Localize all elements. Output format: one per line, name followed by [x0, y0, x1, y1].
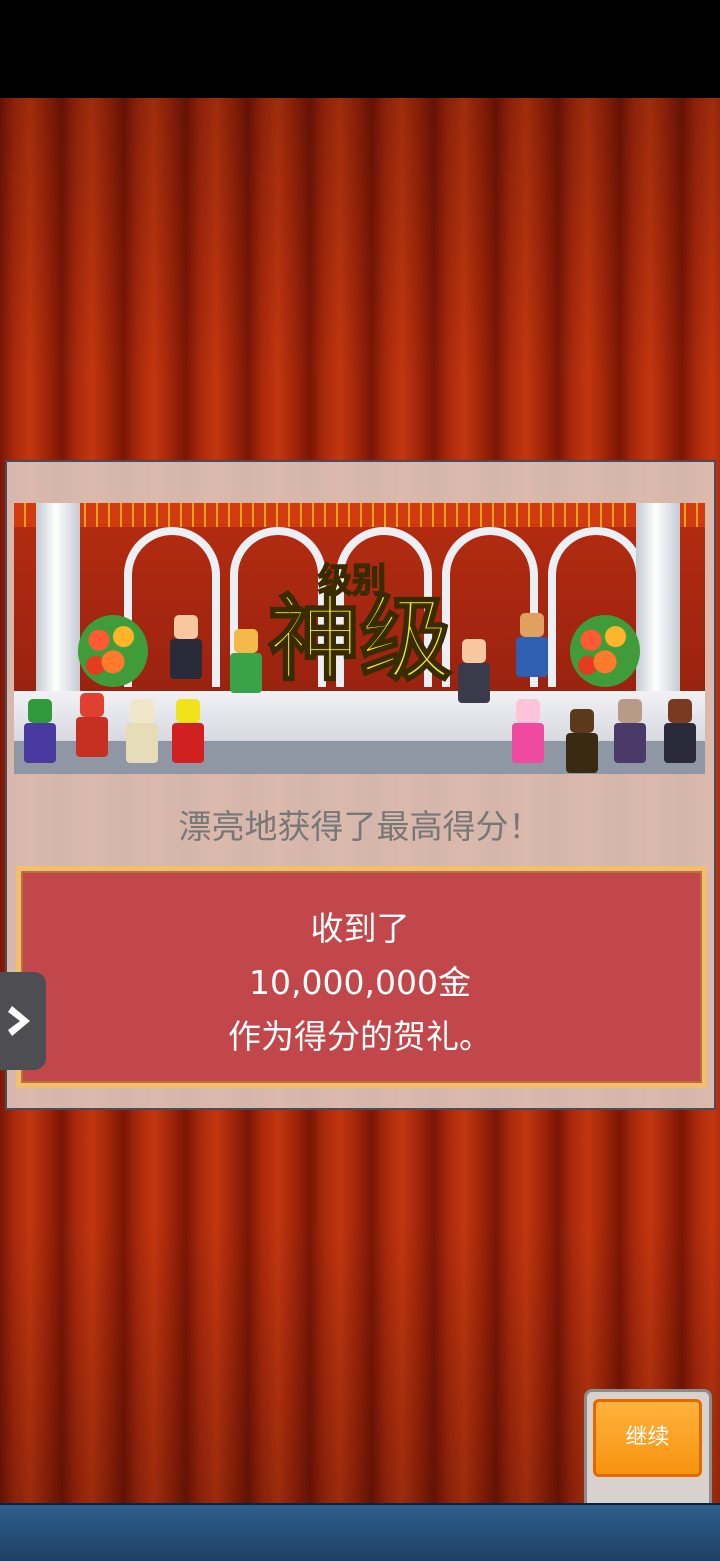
character-sprite: [562, 709, 602, 773]
character-sprite: [512, 613, 552, 677]
reward-amount: 10,000,000金: [249, 963, 471, 1002]
character-sprite: [72, 693, 112, 757]
stage-pillar-left: [36, 503, 80, 703]
continue-button[interactable]: 继续: [593, 1399, 702, 1477]
character-sprite: [20, 699, 60, 763]
character-sprite: [610, 699, 650, 763]
reward-line-1: 收到了: [310, 909, 410, 948]
character-sprite: [166, 615, 206, 679]
character-sprite: [168, 699, 208, 763]
character-sprite: [454, 639, 494, 703]
chevron-right-icon: [8, 1006, 30, 1036]
bottom-navigation-strip: [0, 1503, 720, 1561]
status-bar: [0, 0, 720, 98]
character-sprite: [122, 699, 162, 763]
stage-pillar-right: [636, 503, 680, 703]
reward-line-3: 作为得分的贺礼。: [228, 1017, 492, 1056]
character-sprite: [226, 629, 266, 693]
flower-bouquet-left: [78, 615, 148, 687]
side-expand-tab[interactable]: [0, 972, 46, 1070]
character-sprite: [508, 699, 548, 763]
flower-bouquet-right: [570, 615, 640, 687]
result-subtitle: 漂亮地获得了最高得分！: [178, 807, 542, 846]
rank-value: 神级: [267, 586, 454, 693]
character-sprite: [660, 699, 700, 763]
stage-valance: [14, 503, 705, 527]
